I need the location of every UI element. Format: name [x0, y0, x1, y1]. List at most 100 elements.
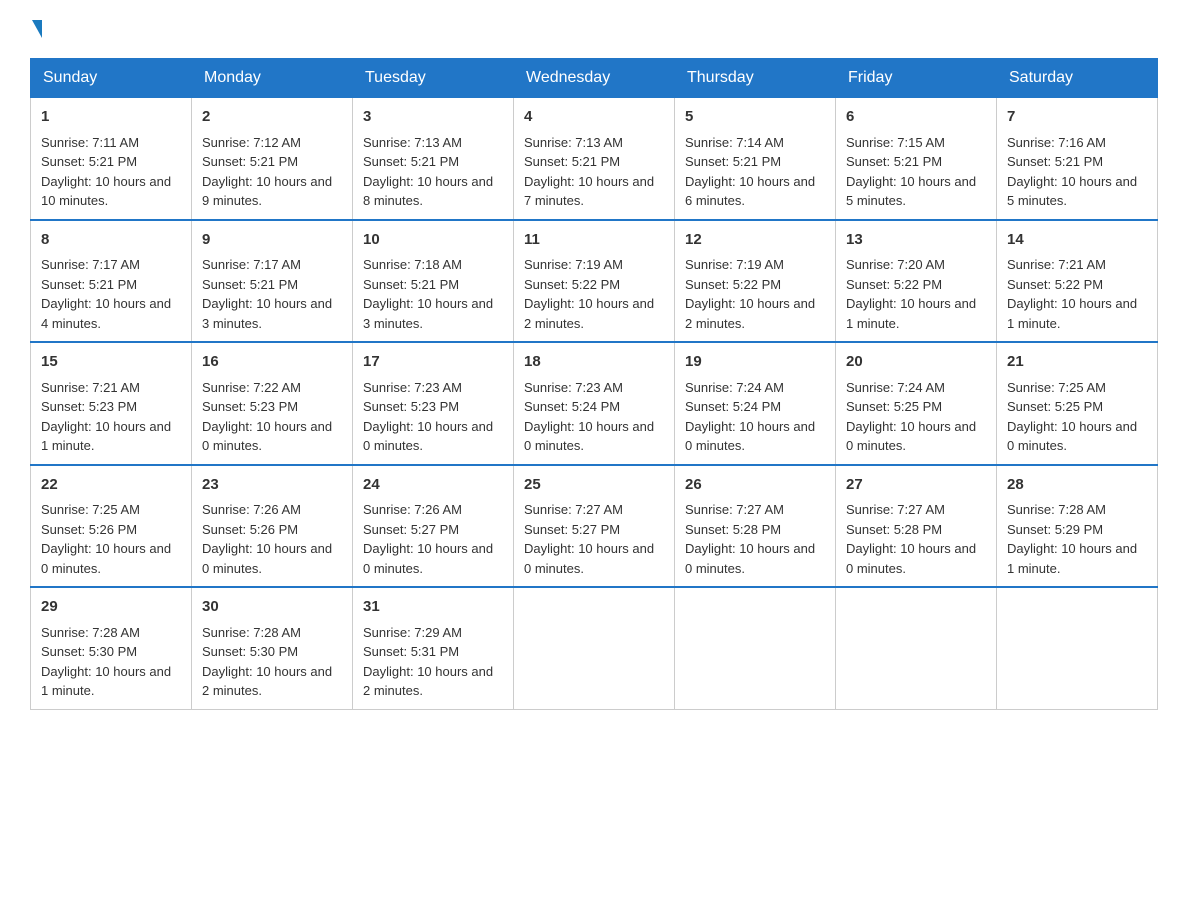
daylight-info: Daylight: 10 hours and 0 minutes.	[202, 419, 332, 454]
day-number: 18	[524, 351, 664, 374]
calendar-cell: 27 Sunrise: 7:27 AM Sunset: 5:28 PM Dayligh…	[836, 465, 997, 588]
day-number: 27	[846, 474, 986, 497]
calendar-week-row: 15Sunrise: 7:21 AMSunset: 5:23 PMDayligh…	[31, 342, 1158, 465]
daylight-info: Daylight: 10 hours and 0 minutes.	[1007, 419, 1137, 454]
daylight-info: Daylight: 10 hours and 6 minutes.	[685, 174, 815, 209]
daylight-info: Daylight: 10 hours and 5 minutes.	[846, 174, 976, 209]
day-number: 31	[363, 596, 503, 619]
sunrise-info: Sunrise: 7:28 AM	[41, 625, 140, 640]
header-saturday: Saturday	[997, 59, 1158, 98]
day-number: 28	[1007, 474, 1147, 497]
calendar-cell: 2Sunrise: 7:12 AMSunset: 5:21 PMDaylight…	[192, 98, 353, 220]
daylight-info: Daylight: 10 hours and 10 minutes.	[41, 174, 171, 209]
daylight-info: Daylight: 10 hours and 3 minutes.	[363, 296, 493, 331]
header-wednesday: Wednesday	[514, 59, 675, 98]
sunrise-info: Sunrise: 7:19 AM	[524, 257, 623, 272]
sunset-info: Sunset: 5:22 PM	[685, 277, 781, 292]
day-number: 21	[1007, 351, 1147, 374]
sunrise-info: Sunrise: 7:23 AM	[524, 380, 623, 395]
day-number: 30	[202, 596, 342, 619]
sunrise-info: Sunrise: 7:26 AM	[363, 502, 462, 517]
sunrise-info: Sunrise: 7:17 AM	[202, 257, 301, 272]
daylight-info: Daylight: 10 hours and 2 minutes.	[685, 296, 815, 331]
daylight-info: Daylight: 10 hours and 1 minute.	[41, 664, 171, 699]
sunset-info: Sunset: 5:21 PM	[41, 277, 137, 292]
day-number: 15	[41, 351, 181, 374]
sunset-info: Sunset: 5:21 PM	[41, 154, 137, 169]
logo-triangle-icon	[32, 20, 42, 38]
calendar-cell: 14Sunrise: 7:21 AMSunset: 5:22 PMDayligh…	[997, 220, 1158, 343]
day-number: 6	[846, 106, 986, 129]
day-number: 23	[202, 474, 342, 497]
sunset-info: Sunset: 5:23 PM	[202, 399, 298, 414]
day-number: 12	[685, 229, 825, 252]
daylight-info: Daylight: 10 hours and 1 minute.	[1007, 541, 1137, 576]
sunset-info: Sunset: 5:29 PM	[1007, 522, 1103, 537]
calendar-cell: 18Sunrise: 7:23 AMSunset: 5:24 PMDayligh…	[514, 342, 675, 465]
daylight-info: Daylight: 10 hours and 0 minutes.	[524, 419, 654, 454]
day-number: 19	[685, 351, 825, 374]
calendar-cell	[675, 587, 836, 709]
sunrise-info: Sunrise: 7:28 AM	[1007, 502, 1106, 517]
calendar-cell: 3Sunrise: 7:13 AMSunset: 5:21 PMDaylight…	[353, 98, 514, 220]
day-number: 7	[1007, 106, 1147, 129]
calendar-cell: 8Sunrise: 7:17 AMSunset: 5:21 PMDaylight…	[31, 220, 192, 343]
sunset-info: Sunset: 5:26 PM	[202, 522, 298, 537]
header-sunday: Sunday	[31, 59, 192, 98]
calendar-cell: 5 Sunrise: 7:14 AM Sunset: 5:21 PM Daylight…	[675, 98, 836, 220]
daylight-info: Daylight: 10 hours and 3 minutes.	[202, 296, 332, 331]
calendar-cell: 12Sunrise: 7:19 AMSunset: 5:22 PMDayligh…	[675, 220, 836, 343]
calendar-header-row: SundayMondayTuesdayWednesdayThursdayFrid…	[31, 59, 1158, 98]
calendar-cell: 13Sunrise: 7:20 AMSunset: 5:22 PMDayligh…	[836, 220, 997, 343]
sunrise-info: Sunrise: 7:13 AM	[524, 135, 623, 150]
calendar-cell: 31Sunrise: 7:29 AMSunset: 5:31 PMDayligh…	[353, 587, 514, 709]
calendar-cell: 29Sunrise: 7:28 AMSunset: 5:30 PMDayligh…	[31, 587, 192, 709]
sunset-info: Sunset: 5:21 PM	[846, 154, 942, 169]
calendar-cell: 11Sunrise: 7:19 AMSunset: 5:22 PMDayligh…	[514, 220, 675, 343]
sunset-info: Sunset: 5:21 PM	[524, 154, 620, 169]
daylight-info: Daylight: 10 hours and 0 minutes.	[41, 541, 171, 576]
day-number: 25	[524, 474, 664, 497]
calendar-cell: 20Sunrise: 7:24 AMSunset: 5:25 PMDayligh…	[836, 342, 997, 465]
calendar-cell: 15Sunrise: 7:21 AMSunset: 5:23 PMDayligh…	[31, 342, 192, 465]
calendar-cell: 26Sunrise: 7:27 AMSunset: 5:28 PMDayligh…	[675, 465, 836, 588]
day-number: 3	[363, 106, 503, 129]
sunset-info: Sunset: 5:26 PM	[41, 522, 137, 537]
sunrise-info: Sunrise: 7:27 AM	[846, 502, 945, 517]
sunset-info: Sunset: 5:21 PM	[202, 154, 298, 169]
calendar-week-row: 29Sunrise: 7:28 AMSunset: 5:30 PMDayligh…	[31, 587, 1158, 709]
day-number: 9	[202, 229, 342, 252]
sunset-info: Sunset: 5:22 PM	[524, 277, 620, 292]
calendar-cell: 17Sunrise: 7:23 AMSunset: 5:23 PMDayligh…	[353, 342, 514, 465]
sunrise-info: Sunrise: 7:25 AM	[1007, 380, 1106, 395]
day-number: 8	[41, 229, 181, 252]
sunset-info: Sunset: 5:30 PM	[41, 644, 137, 659]
sunset-info: Sunset: 5:21 PM	[685, 154, 781, 169]
sunset-info: Sunset: 5:23 PM	[363, 399, 459, 414]
sunset-info: Sunset: 5:21 PM	[363, 277, 459, 292]
sunset-info: Sunset: 5:25 PM	[1007, 399, 1103, 414]
day-number: 5	[685, 106, 825, 129]
calendar-week-row: 8 Sunrise: 7:17 AM Sunset: 5:21 PM Daylight…	[31, 220, 1158, 343]
sunrise-info: Sunrise: 7:15 AM	[846, 135, 945, 150]
daylight-info: Daylight: 10 hours and 0 minutes.	[524, 541, 654, 576]
logo	[30, 20, 44, 38]
sunrise-info: Sunrise: 7:13 AM	[363, 135, 462, 150]
daylight-info: Daylight: 10 hours and 0 minutes.	[363, 419, 493, 454]
daylight-info: Daylight: 10 hours and 2 minutes.	[524, 296, 654, 331]
daylight-info: Daylight: 10 hours and 0 minutes.	[846, 541, 976, 576]
sunset-info: Sunset: 5:27 PM	[524, 522, 620, 537]
day-number: 24	[363, 474, 503, 497]
daylight-info: Daylight: 10 hours and 4 minutes.	[41, 296, 171, 331]
sunrise-info: Sunrise: 7:14 AM	[685, 135, 784, 150]
calendar-cell	[836, 587, 997, 709]
header-monday: Monday	[192, 59, 353, 98]
daylight-info: Daylight: 10 hours and 8 minutes.	[363, 174, 493, 209]
sunset-info: Sunset: 5:28 PM	[846, 522, 942, 537]
calendar-cell: 25 Sunrise: 7:27 AM Sunset: 5:27 PM Dayligh…	[514, 465, 675, 588]
day-number: 1	[41, 106, 181, 129]
calendar-week-row: 1Sunrise: 7:11 AMSunset: 5:21 PMDaylight…	[31, 98, 1158, 220]
sunrise-info: Sunrise: 7:25 AM	[41, 502, 140, 517]
sunrise-info: Sunrise: 7:27 AM	[524, 502, 623, 517]
sunrise-info: Sunrise: 7:28 AM	[202, 625, 301, 640]
